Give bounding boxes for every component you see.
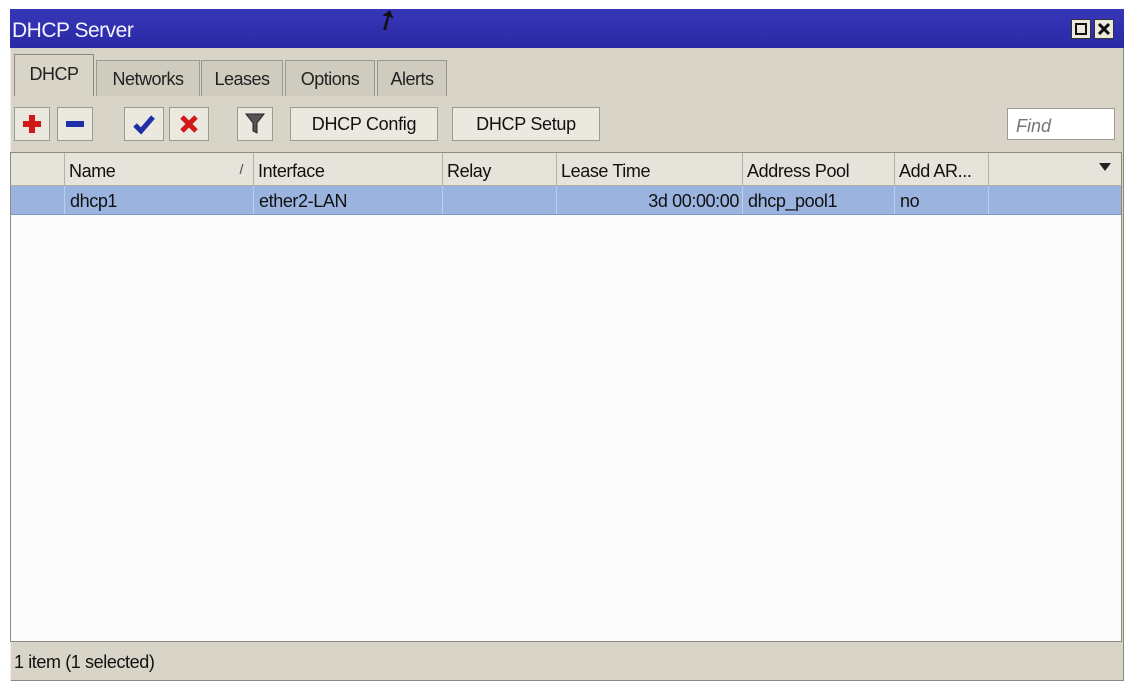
table-cell-name: dhcp1 — [65, 186, 254, 214]
table-cell-lease-time: 3d 00:00:00 — [557, 186, 743, 214]
find-input[interactable] — [1007, 108, 1115, 140]
dhcp-server-table: Name / Interface Relay Lease Time Addres… — [10, 152, 1122, 642]
table-cell-address-pool: dhcp_pool1 — [743, 186, 895, 214]
dhcp-server-window: DHCP Server ➚ DHCP Networks Leases Optio… — [10, 0, 1124, 681]
maximize-button[interactable] — [1071, 19, 1091, 39]
table-cell-relay — [443, 186, 557, 214]
tab-networks[interactable]: Networks — [96, 60, 200, 96]
window-title: DHCP Server — [12, 19, 134, 42]
disable-button[interactable] — [169, 107, 209, 141]
dhcp-setup-button[interactable]: DHCP Setup — [452, 107, 600, 141]
tab-alerts[interactable]: Alerts — [377, 60, 447, 96]
enable-button[interactable] — [124, 107, 164, 141]
tab-leases[interactable]: Leases — [201, 60, 283, 96]
sort-indicator-icon: / — [239, 161, 244, 177]
filter-button[interactable] — [237, 107, 273, 141]
disable-icon — [180, 115, 198, 133]
column-header-flags[interactable] — [11, 153, 65, 185]
column-header-lease-time[interactable]: Lease Time — [557, 153, 743, 185]
column-header-name[interactable]: Name / — [65, 153, 254, 185]
add-icon — [23, 115, 41, 133]
table-cell-flags — [11, 186, 65, 214]
tab-options[interactable]: Options — [285, 60, 375, 96]
dhcp-config-button[interactable]: DHCP Config — [290, 107, 438, 141]
table-row[interactable]: dhcp1 ether2-LAN 3d 00:00:00 dhcp_pool1 … — [11, 186, 1121, 215]
column-header-address-pool[interactable]: Address Pool — [743, 153, 895, 185]
remove-button[interactable] — [57, 107, 93, 141]
table-cell-add-arp: no — [895, 186, 989, 214]
maximize-icon — [1075, 23, 1087, 35]
table-cell-interface: ether2-LAN — [254, 186, 443, 214]
status-bar: 1 item (1 selected) — [10, 645, 1122, 679]
title-bar[interactable]: DHCP Server ➚ — [10, 0, 1124, 48]
toolbar: DHCP Config DHCP Setup — [10, 99, 1124, 149]
table-header: Name / Interface Relay Lease Time Addres… — [11, 153, 1121, 186]
column-header-relay[interactable]: Relay — [443, 153, 557, 185]
status-text: 1 item (1 selected) — [14, 652, 155, 672]
remove-icon — [66, 121, 84, 127]
column-header-add-arp[interactable]: Add AR... — [895, 153, 989, 185]
close-icon — [1098, 23, 1110, 35]
close-button[interactable] — [1094, 19, 1114, 39]
column-header-interface[interactable]: Interface — [254, 153, 443, 185]
filter-icon — [244, 113, 266, 134]
enable-icon — [133, 115, 155, 135]
mouse-cursor-icon: ➚ — [368, 0, 405, 39]
table-cell-empty — [989, 186, 1121, 214]
tab-dhcp[interactable]: DHCP — [14, 54, 94, 96]
column-name-label: Name — [69, 161, 116, 181]
add-button[interactable] — [14, 107, 50, 141]
column-menu-icon[interactable] — [1099, 163, 1111, 171]
